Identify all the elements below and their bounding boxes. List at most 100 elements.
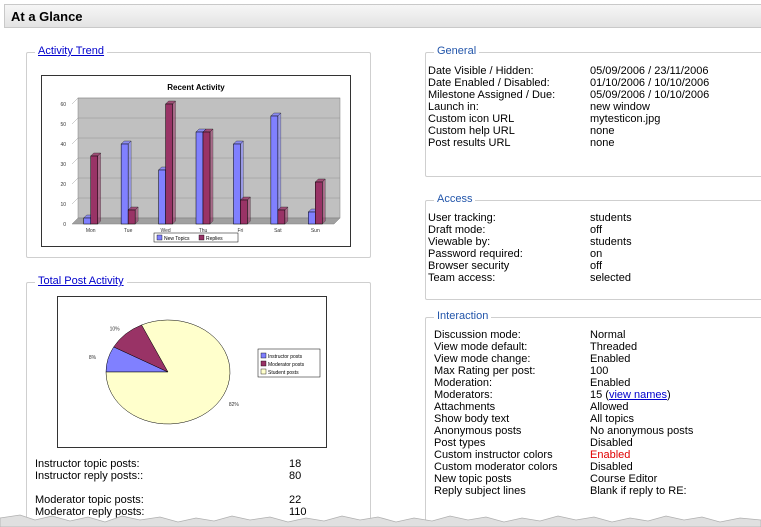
general-label: Custom help URL bbox=[428, 125, 515, 137]
interaction-label: Attachments bbox=[434, 401, 496, 413]
bar-side bbox=[284, 206, 289, 225]
general-value: mytesticon.jpg bbox=[590, 113, 660, 125]
general-value: none bbox=[590, 125, 614, 137]
general-group: General Date Visible / Hidden: 05/09/2006… bbox=[425, 45, 761, 177]
legend-label: New Topics bbox=[164, 236, 190, 242]
bar-new-topics bbox=[195, 131, 204, 225]
interaction-row: Reply subject lines Blank if reply to RE: bbox=[434, 485, 761, 497]
access-value-text: off bbox=[590, 224, 603, 236]
general-value: none bbox=[590, 137, 614, 149]
y-tick-label: 30 bbox=[60, 162, 66, 168]
interaction-row: Moderation: Enabled bbox=[434, 377, 761, 389]
activity-trend-link[interactable]: Activity Trend bbox=[35, 45, 108, 57]
interaction-value: Enabled bbox=[590, 377, 630, 389]
interaction-label: Max Rating per post: bbox=[434, 365, 536, 377]
bar-replies bbox=[277, 209, 286, 225]
interaction-row: Attachments Allowed bbox=[434, 401, 761, 413]
pie-value-label: 10% bbox=[110, 326, 121, 332]
general-value-text: 01/10/2006 / 10/10/2006 bbox=[590, 77, 710, 89]
post-activity-group: Total Post Activity 8% 10% 82% Instructor p… bbox=[26, 275, 371, 527]
bar-side bbox=[247, 196, 251, 225]
access-label: Viewable by: bbox=[428, 236, 491, 248]
interaction-row: Moderators: 15 (view names) bbox=[434, 389, 761, 401]
general-label: Date Enabled / Disabled: bbox=[428, 77, 550, 89]
interaction-value-text: 15 ( bbox=[590, 389, 609, 401]
legend-swatch bbox=[260, 352, 267, 359]
general-row: Date Enabled / Disabled: 01/10/2006 / 10/… bbox=[428, 77, 758, 89]
access-row: Viewable by: students bbox=[428, 236, 758, 248]
bar-new-topics bbox=[308, 211, 316, 225]
x-tick-label: Sun bbox=[311, 228, 320, 234]
interaction-value-text: Threaded bbox=[590, 341, 638, 353]
bar-replies bbox=[165, 103, 173, 225]
interaction-label: Show body text bbox=[434, 413, 510, 425]
interaction-value-text: Enabled bbox=[590, 449, 631, 461]
pie-value-label: 8% bbox=[89, 355, 97, 361]
interaction-legend: Interaction bbox=[434, 310, 492, 322]
interaction-value: No anonymous posts bbox=[590, 425, 693, 437]
general-row: Custom icon URL mytesticon.jpg bbox=[428, 113, 758, 125]
interaction-label: Custom moderator colors bbox=[434, 461, 558, 473]
interaction-value: 100 bbox=[590, 365, 608, 377]
y-tick-label: 40 bbox=[60, 142, 66, 148]
general-value: new window bbox=[590, 101, 650, 113]
access-value-text: on bbox=[590, 248, 603, 260]
gridline-side bbox=[71, 157, 79, 165]
interaction-label: Anonymous posts bbox=[434, 425, 522, 437]
interaction-value-text: Course Editor bbox=[590, 473, 658, 485]
general-row: Milestone Assigned / Due: 05/09/2006 / 10… bbox=[428, 89, 758, 101]
general-label: Milestone Assigned / Due: bbox=[428, 89, 556, 101]
interaction-label: Moderators: bbox=[434, 389, 493, 401]
interaction-value: All topics bbox=[590, 413, 634, 425]
stat-row: Instructor topic posts: 18 bbox=[35, 458, 302, 470]
bar-side bbox=[134, 206, 139, 225]
interaction-label: Post types bbox=[434, 437, 486, 449]
access-value-text: students bbox=[590, 212, 632, 224]
general-label: Post results URL bbox=[428, 137, 511, 149]
general-value: 05/09/2006 / 10/10/2006 bbox=[590, 89, 709, 101]
interaction-value-text: Enabled bbox=[590, 377, 631, 389]
interaction-value: Threaded bbox=[590, 341, 637, 353]
access-group: Access User tracking: students Draft mode:… bbox=[425, 193, 761, 300]
interaction-label: Reply subject lines bbox=[434, 485, 526, 497]
interaction-value-text: Disabled bbox=[590, 461, 633, 473]
general-value-text: none bbox=[590, 137, 615, 149]
gridline-side bbox=[71, 197, 79, 205]
x-tick-label: Sat bbox=[274, 228, 282, 234]
access-row: Draft mode: off bbox=[428, 224, 758, 236]
general-row: Custom help URL none bbox=[428, 125, 758, 137]
bar-side bbox=[97, 152, 101, 225]
access-value-text: students bbox=[590, 236, 632, 248]
chart-title: Recent Activity bbox=[167, 83, 225, 92]
general-label: Date Visible / Hidden: bbox=[428, 65, 534, 77]
access-value-text: off bbox=[590, 260, 603, 272]
gridline-side bbox=[71, 117, 79, 125]
bar-new-topics bbox=[233, 143, 241, 225]
interaction-row: Show body text All topics bbox=[434, 413, 761, 425]
gridline-side bbox=[71, 137, 79, 145]
general-label: Custom icon URL bbox=[428, 113, 515, 125]
stat-row: Instructor reply posts:: 80 bbox=[35, 470, 302, 482]
access-value-text: selected bbox=[590, 272, 631, 284]
general-value-text: none bbox=[590, 125, 615, 137]
interaction-value-text: Allowed bbox=[590, 401, 629, 413]
bar-side bbox=[172, 100, 176, 225]
legend-label: Student posts bbox=[268, 370, 299, 376]
legend-swatch bbox=[156, 234, 163, 241]
total-post-activity-link[interactable]: Total Post Activity bbox=[35, 275, 127, 287]
interaction-group: Interaction Discussion mode: Normal View m… bbox=[425, 310, 761, 527]
interaction-row: View mode default: Threaded bbox=[434, 341, 761, 353]
bar-new-topics bbox=[270, 115, 279, 225]
bar-replies bbox=[202, 131, 211, 225]
stat-row: Moderator topic posts: 22 bbox=[35, 494, 302, 506]
general-value: 05/09/2006 / 23/11/2006 bbox=[590, 65, 708, 77]
interaction-value: Enabled bbox=[590, 449, 630, 461]
legend-label: Instructor posts bbox=[268, 354, 303, 360]
interaction-label: Discussion mode: bbox=[434, 329, 521, 341]
view-names-link[interactable]: view names bbox=[609, 389, 667, 401]
y-tick-label: 50 bbox=[60, 122, 66, 128]
bar-replies bbox=[127, 209, 136, 225]
general-legend: General bbox=[434, 45, 480, 57]
y-tick-label: 60 bbox=[60, 102, 66, 108]
y-tick-label: 0 bbox=[63, 222, 66, 228]
